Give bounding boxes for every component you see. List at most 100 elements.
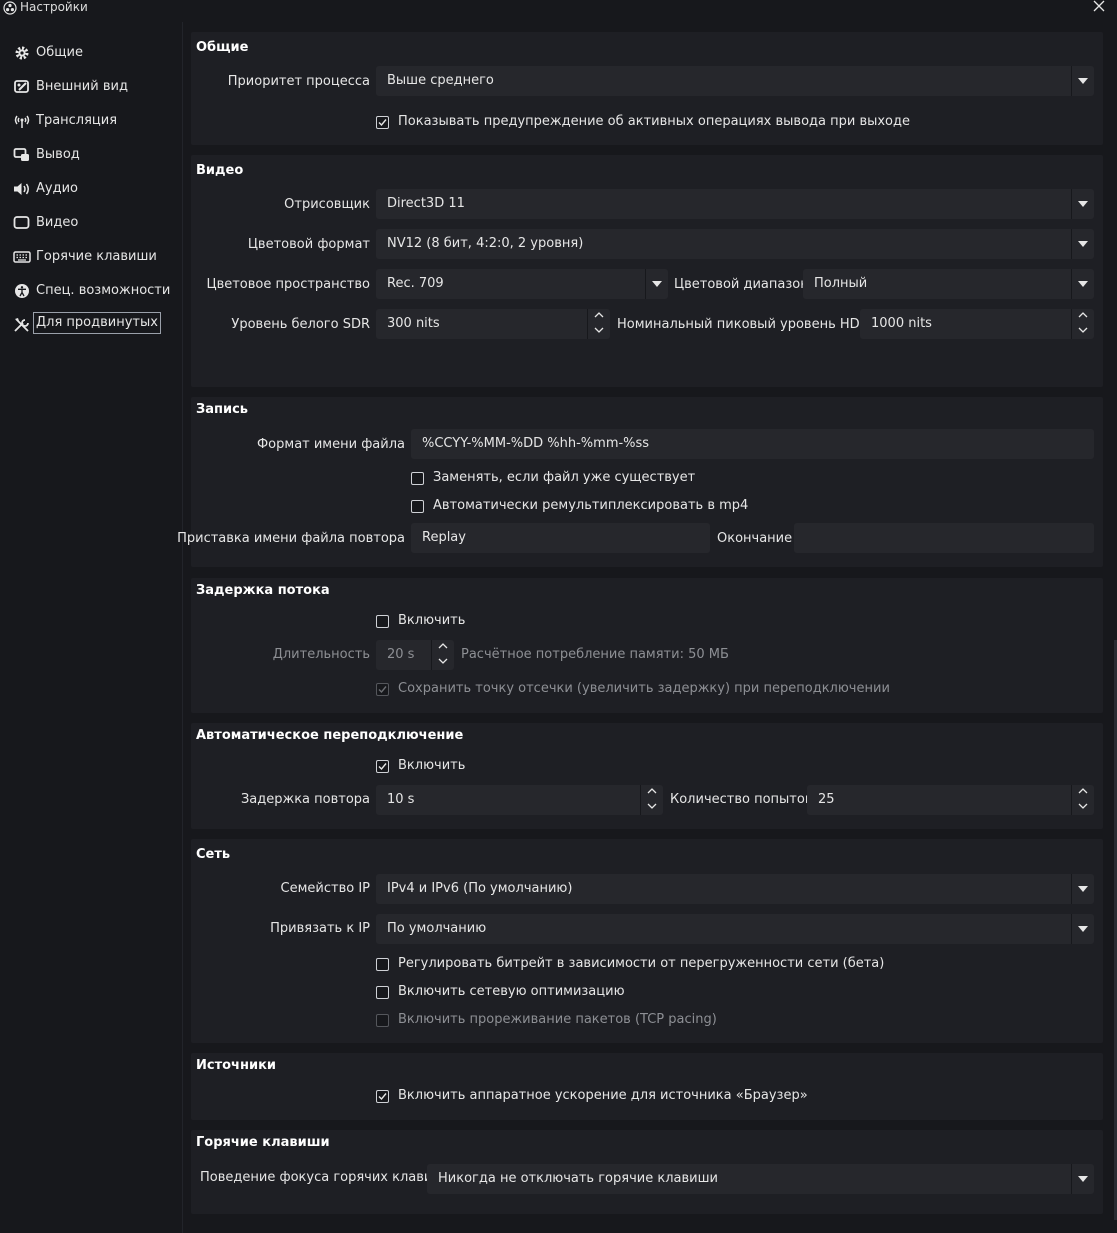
settings-content: Общие Приоритет процесса Выше среднего П… (177, 22, 1117, 1233)
replay-prefix-label: Приставка имени файла повтора (177, 531, 405, 546)
group-title: Общие (196, 40, 249, 55)
sdr-white-spinbox[interactable]: 300 nits (376, 309, 610, 339)
sidebar-item-general[interactable]: Общие (0, 38, 182, 68)
suffix-input[interactable] (794, 523, 1094, 553)
chevron-down-icon (1078, 281, 1088, 287)
suffix-label: Окончание (717, 531, 793, 546)
color-space-select[interactable]: Rec. 709 (376, 269, 668, 299)
chevron-down-icon (1078, 886, 1088, 892)
spin-up-icon[interactable] (1078, 312, 1088, 318)
group-video: Видео Отрисовщик Direct3D 11 Цветовой фо… (191, 155, 1103, 387)
group-reconnect: Автоматическое переподключение Включить … (191, 723, 1103, 829)
sidebar-item-hotkeys[interactable]: Горячие клавиши (0, 242, 182, 272)
sidebar-item-label: Спец. возможности (36, 283, 171, 298)
spin-up-icon[interactable] (438, 643, 448, 649)
sidebar-item-label: Аудио (36, 181, 78, 196)
checkmark-icon (378, 686, 387, 694)
spin-down-icon[interactable] (647, 803, 657, 809)
spin-down-icon[interactable] (594, 327, 604, 333)
group-title: Горячие клавиши (196, 1135, 330, 1150)
sidebar-item-accessibility[interactable]: Спец. возможности (0, 276, 182, 306)
window-title: Настройки (20, 0, 88, 14)
group-title: Источники (196, 1058, 276, 1073)
retry-delay-spinbox[interactable]: 10 s (376, 785, 663, 815)
chevron-down-icon (1078, 201, 1088, 207)
hotkey-focus-select[interactable]: Никогда не отключать горячие клавиши (427, 1164, 1094, 1194)
sidebar-item-label: Для продвинутых (33, 312, 161, 334)
sidebar-item-audio[interactable]: Аудио (0, 174, 182, 204)
sidebar: Общие Внешний вид Трансляция Вывод Аудио (0, 22, 183, 1233)
output-icon (13, 148, 29, 161)
group-title: Запись (196, 402, 249, 417)
chevron-down-icon (1078, 1176, 1088, 1182)
ip-family-label: Семейство IP (280, 881, 370, 896)
group-stream-delay: Задержка потока Включить Длительность 20… (191, 578, 1103, 713)
sidebar-item-label: Вывод (36, 147, 80, 162)
spin-up-icon[interactable] (1078, 788, 1088, 794)
hdr-peak-label: Номинальный пиковый уровень HDR (617, 317, 869, 332)
color-format-select[interactable]: NV12 (8 бит, 4:2:0, 2 уровня) (376, 229, 1094, 259)
chevron-down-icon (1078, 241, 1088, 247)
hdr-peak-spinbox[interactable]: 1000 nits (860, 309, 1094, 339)
priority-select[interactable]: Выше среднего (376, 66, 1094, 96)
obs-logo-icon (3, 1, 17, 15)
delay-duration-spinbox[interactable]: 20 s (376, 640, 454, 670)
group-title: Автоматическое переподключение (196, 728, 464, 743)
replay-prefix-input[interactable]: Replay (411, 523, 710, 553)
color-space-label: Цветовое пространство (206, 277, 370, 292)
monitor-icon (13, 216, 30, 229)
sidebar-item-stream[interactable]: Трансляция (0, 106, 182, 136)
priority-label: Приоритет процесса (227, 74, 370, 89)
spin-up-icon[interactable] (594, 312, 604, 318)
group-title: Задержка потока (196, 583, 330, 598)
renderer-select[interactable]: Direct3D 11 (376, 189, 1094, 219)
filename-format-input[interactable]: %CCYY-%MM-%DD %hh-%mm-%ss (411, 429, 1094, 459)
checkmark-icon (378, 1093, 387, 1101)
keyboard-icon (13, 251, 31, 263)
title-bar: Настройки (0, 0, 1117, 22)
renderer-label: Отрисовщик (284, 197, 370, 212)
sidebar-item-label: Горячие клавиши (36, 249, 157, 264)
sidebar-item-label: Общие (36, 45, 83, 60)
max-retries-spinbox[interactable]: 25 (807, 785, 1094, 815)
sidebar-item-advanced[interactable]: Для продвинутых (0, 310, 182, 340)
max-retries-label: Количество попыток (670, 792, 813, 807)
accessibility-icon (15, 284, 29, 298)
sidebar-item-label: Трансляция (36, 113, 118, 128)
sidebar-item-appearance[interactable]: Внешний вид (0, 72, 182, 102)
sidebar-item-label: Внешний вид (36, 79, 128, 94)
spin-down-icon[interactable] (1078, 327, 1088, 333)
broadcast-icon (14, 115, 30, 128)
hotkey-focus-label: Поведение фокуса горячих клавиш (200, 1170, 445, 1185)
group-title: Видео (196, 163, 244, 178)
retry-delay-label: Задержка повтора (240, 792, 370, 807)
color-range-label: Цветовой диапазон (674, 277, 809, 292)
color-format-label: Цветовой формат (247, 237, 370, 252)
sidebar-item-output[interactable]: Вывод (0, 140, 182, 170)
group-title: Сеть (196, 847, 231, 862)
filename-format-label: Формат имени файла (256, 437, 405, 452)
sidebar-item-video[interactable]: Видео (0, 208, 182, 238)
memory-estimate-text: Расчётное потребление памяти: 50 МБ (461, 647, 729, 662)
group-sources: Источники Включить аппаратное ускорение … (191, 1053, 1103, 1120)
gear-icon (15, 46, 29, 60)
spin-up-icon[interactable] (647, 788, 657, 794)
bind-ip-select[interactable]: По умолчанию (376, 914, 1094, 944)
ip-family-select[interactable]: IPv4 и IPv6 (По умолчанию) (376, 874, 1094, 904)
group-general: Общие Приоритет процесса Выше среднего П… (191, 32, 1103, 145)
speaker-icon (14, 183, 29, 195)
chevron-down-icon (1078, 926, 1088, 932)
chevron-down-icon (652, 281, 662, 287)
group-recording: Запись Формат имени файла %CCYY-%MM-%DD … (177, 397, 1103, 567)
bind-ip-label: Привязать к IP (270, 921, 370, 936)
group-hotkeys: Горячие клавиши Поведение фокуса горячих… (191, 1130, 1103, 1214)
group-network: Сеть Семейство IP IPv4 и IPv6 (По умолча… (191, 839, 1103, 1043)
spin-down-icon[interactable] (438, 658, 448, 664)
delay-duration-label: Длительность (272, 647, 370, 662)
spin-down-icon[interactable] (1078, 803, 1088, 809)
color-range-select[interactable]: Полный (803, 269, 1094, 299)
close-icon[interactable] (1092, 0, 1106, 14)
checkmark-icon (378, 763, 387, 771)
sdr-white-label: Уровень белого SDR (231, 317, 370, 332)
appearance-icon (14, 80, 29, 93)
